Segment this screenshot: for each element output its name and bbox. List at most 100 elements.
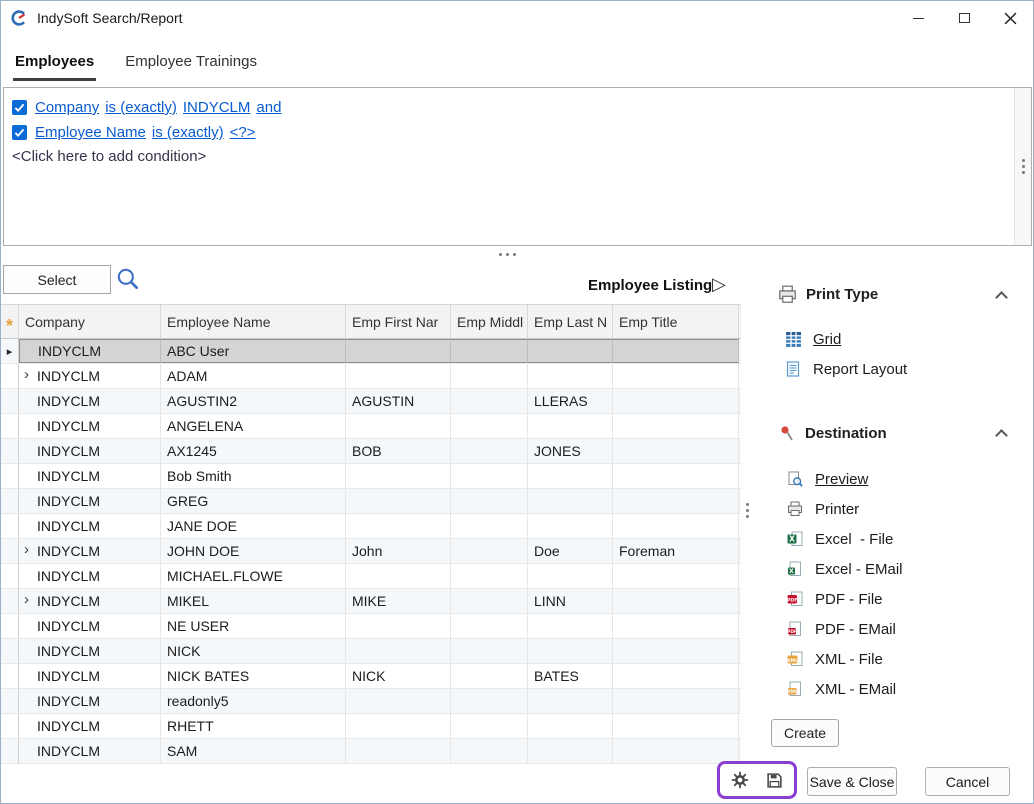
grid-cell[interactable] — [613, 439, 739, 463]
save-icon[interactable] — [764, 769, 786, 791]
grid-cell[interactable] — [346, 614, 451, 638]
grid-cell[interactable]: John — [346, 539, 451, 563]
option-xml-file[interactable]: XMLXML - File — [786, 648, 903, 670]
condition-term-link[interactable]: is (exactly) — [105, 99, 177, 116]
grid-cell[interactable] — [451, 514, 528, 538]
grid-cell[interactable] — [346, 514, 451, 538]
grid-cell[interactable] — [451, 589, 528, 613]
row-selector-gutter[interactable] — [1, 589, 19, 613]
grid-cell[interactable]: JONES — [528, 439, 613, 463]
grid-cell[interactable] — [613, 339, 739, 363]
grid-cell[interactable] — [528, 689, 613, 713]
minimize-button[interactable] — [895, 1, 941, 35]
grid-cell[interactable]: INDYCLM — [19, 489, 161, 513]
grid-cell[interactable] — [613, 464, 739, 488]
table-row[interactable]: ›INDYCLMADAM — [1, 364, 741, 389]
grid-cell[interactable]: INDYCLM — [19, 689, 161, 713]
grid-cell[interactable]: NICK — [346, 664, 451, 688]
table-row[interactable]: INDYCLMGREG — [1, 489, 741, 514]
grid-cell[interactable] — [346, 464, 451, 488]
grid-cell[interactable] — [346, 339, 451, 363]
select-button[interactable]: Select — [3, 265, 111, 294]
grid-cell[interactable]: INDYCLM — [19, 664, 161, 688]
grid-cell[interactable]: LINN — [528, 589, 613, 613]
row-selector-gutter[interactable] — [1, 414, 19, 438]
grid-cell[interactable] — [451, 614, 528, 638]
row-selector-gutter[interactable] — [1, 364, 19, 388]
grid-cell[interactable] — [451, 539, 528, 563]
row-selector-gutter[interactable] — [1, 689, 19, 713]
add-condition-link[interactable]: <Click here to add condition> — [4, 145, 1031, 168]
row-selector-gutter[interactable] — [1, 439, 19, 463]
grid-cell[interactable] — [451, 489, 528, 513]
grid-cell[interactable]: MICHAEL.FLOWE — [161, 564, 346, 588]
grid-cell[interactable]: INDYCLM — [19, 564, 161, 588]
row-selector-gutter[interactable] — [1, 489, 19, 513]
grid-cell[interactable] — [451, 739, 528, 763]
gear-icon[interactable] — [729, 769, 751, 791]
grid-cell[interactable]: ›INDYCLM — [19, 539, 161, 563]
grid-cell[interactable] — [451, 689, 528, 713]
create-button[interactable]: Create — [771, 719, 839, 747]
row-selector-gutter[interactable] — [1, 639, 19, 663]
grid-cell[interactable] — [528, 639, 613, 663]
row-selector-gutter[interactable]: ▸ — [1, 339, 19, 363]
table-row[interactable]: INDYCLMBob Smith — [1, 464, 741, 489]
grid-cell[interactable] — [346, 489, 451, 513]
option-preview[interactable]: Preview — [786, 468, 903, 490]
grid-cell[interactable] — [346, 689, 451, 713]
tab-employees[interactable]: Employees — [13, 53, 96, 81]
grid-cell[interactable] — [451, 664, 528, 688]
grid-cell[interactable]: ABC User — [161, 339, 346, 363]
column-header-emp-first-nar[interactable]: Emp First Nar — [346, 305, 451, 338]
cancel-button[interactable]: Cancel — [925, 767, 1010, 796]
grid-cell[interactable]: AX1245 — [161, 439, 346, 463]
column-header-company[interactable]: Company — [19, 305, 161, 338]
tab-employee-trainings[interactable]: Employee Trainings — [123, 53, 259, 81]
grid-cell[interactable] — [346, 714, 451, 738]
grid-cell[interactable]: SAM — [161, 739, 346, 763]
option-excel-email[interactable]: XExcel - EMail — [786, 558, 903, 580]
grid-cell[interactable] — [451, 564, 528, 588]
row-selector-gutter[interactable] — [1, 614, 19, 638]
grid-cell[interactable]: NICK BATES — [161, 664, 346, 688]
grid-cell[interactable]: NICK — [161, 639, 346, 663]
table-row[interactable]: INDYCLMNICK — [1, 639, 741, 664]
grid-cell[interactable] — [451, 389, 528, 413]
grid-cell[interactable] — [528, 739, 613, 763]
condition-term-link[interactable]: Employee Name — [35, 124, 146, 141]
column-header-emp-middl[interactable]: Emp Middl — [451, 305, 528, 338]
table-row[interactable]: INDYCLMMICHAEL.FLOWE — [1, 564, 741, 589]
grid-cell[interactable] — [346, 564, 451, 588]
grid-cell[interactable]: RHETT — [161, 714, 346, 738]
search-icon[interactable] — [114, 265, 142, 293]
condition-term-link[interactable]: Company — [35, 99, 99, 116]
grid-cell[interactable] — [528, 489, 613, 513]
grid-cell[interactable]: JOHN DOE — [161, 539, 346, 563]
grid-cell[interactable]: INDYCLM — [19, 339, 161, 363]
grid-cell[interactable]: GREG — [161, 489, 346, 513]
table-row[interactable]: INDYCLMAGUSTIN2AGUSTINLLERAS — [1, 389, 741, 414]
grid-cell[interactable]: NE USER — [161, 614, 346, 638]
grid-cell[interactable] — [613, 564, 739, 588]
grid-cell[interactable] — [346, 639, 451, 663]
grid-cell[interactable] — [528, 614, 613, 638]
grid-cell[interactable]: INDYCLM — [19, 389, 161, 413]
table-row[interactable]: ›INDYCLMMIKELMIKELINN — [1, 589, 741, 614]
maximize-button[interactable] — [941, 1, 987, 35]
grid-cell[interactable] — [528, 514, 613, 538]
grid-cell[interactable] — [451, 714, 528, 738]
grid-cell[interactable] — [613, 489, 739, 513]
condition-term-link[interactable]: INDYCLM — [183, 99, 251, 116]
row-selector-gutter[interactable] — [1, 714, 19, 738]
grid-cell[interactable]: BOB — [346, 439, 451, 463]
grid-cell[interactable] — [528, 339, 613, 363]
condition-term-link[interactable]: is (exactly) — [152, 124, 224, 141]
condition-term-link[interactable]: <?> — [230, 124, 256, 141]
grid-cell[interactable]: INDYCLM — [19, 414, 161, 438]
grid-cell[interactable]: JANE DOE — [161, 514, 346, 538]
grid-cell[interactable] — [613, 639, 739, 663]
option-printer[interactable]: Printer — [786, 498, 903, 520]
grid-cell[interactable] — [613, 614, 739, 638]
table-row[interactable]: ▸INDYCLMABC User — [1, 339, 741, 364]
